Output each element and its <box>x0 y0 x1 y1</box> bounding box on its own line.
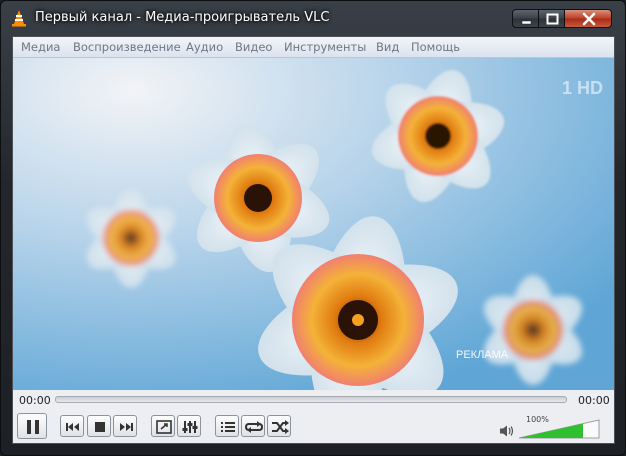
elapsed-time: 00:00 <box>19 394 51 407</box>
fullscreen-icon <box>156 420 172 434</box>
maximize-button[interactable] <box>538 9 565 28</box>
menu-help[interactable]: Помощь <box>411 40 460 54</box>
fullscreen-button[interactable] <box>151 415 175 437</box>
loop-icon <box>244 421 264 433</box>
volume-slider[interactable]: 100% <box>517 415 601 440</box>
menu-media[interactable]: Медиа <box>21 40 60 54</box>
pause-button[interactable] <box>17 413 47 439</box>
volume-wedge <box>518 419 600 439</box>
extended-settings-button[interactable] <box>177 415 201 437</box>
title-bar[interactable]: Первый канал - Медиа-проигрыватель VLC <box>1 1 626 35</box>
minimize-button[interactable] <box>512 9 539 28</box>
stop-button[interactable] <box>87 415 111 437</box>
next-button[interactable] <box>113 415 137 437</box>
playlist-icon <box>221 422 235 432</box>
extended-settings-icon <box>182 421 198 433</box>
menu-audio[interactable]: Аудио <box>186 40 223 54</box>
menu-tools[interactable]: Инструменты <box>284 40 366 54</box>
pause-icon <box>27 420 39 434</box>
loop-button[interactable] <box>241 415 265 437</box>
speaker-icon[interactable] <box>499 424 515 438</box>
next-icon <box>120 423 133 431</box>
stop-icon <box>95 422 105 432</box>
previous-icon <box>66 423 79 431</box>
menu-video[interactable]: Видео <box>235 40 272 54</box>
video-frame: 1 HD РЕКЛАМА <box>13 58 614 390</box>
window-title: Первый канал - Медиа-проигрыватель VLC <box>35 10 330 25</box>
shuffle-icon <box>272 420 289 434</box>
vlc-window: Первый канал - Медиа-проигрыватель VLC М… <box>0 0 626 456</box>
playlist-button[interactable] <box>215 415 239 437</box>
previous-button[interactable] <box>60 415 84 437</box>
channel-logo: 1 HD <box>562 78 603 98</box>
seek-bar[interactable] <box>55 396 567 403</box>
close-button[interactable] <box>564 9 612 28</box>
menu-playback[interactable]: Воспроизведение <box>73 40 181 54</box>
client-area: Медиа Воспроизведение Аудио Видео Инстру… <box>12 36 615 444</box>
vlc-cone-icon <box>12 10 26 27</box>
menu-bar: Медиа Воспроизведение Аудио Видео Инстру… <box>13 37 614 58</box>
video-area[interactable]: 1 HD РЕКЛАМА <box>13 58 614 390</box>
overlay-text: РЕКЛАМА <box>456 349 509 361</box>
close-icon <box>582 12 596 26</box>
maximize-icon <box>546 13 559 25</box>
minimize-icon <box>521 20 532 25</box>
shuffle-button[interactable] <box>267 415 291 437</box>
total-time: 00:00 <box>578 394 610 407</box>
menu-view[interactable]: Вид <box>376 40 399 54</box>
control-panel: 00:00 00:00 100% <box>13 390 614 443</box>
